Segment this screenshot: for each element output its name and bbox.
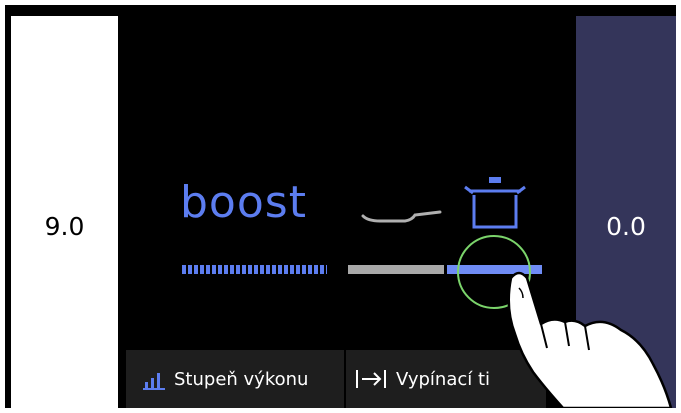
right-zone-value: 0.0 [606,212,646,241]
boost-label[interactable]: boost [180,177,307,228]
bars-icon [143,373,165,390]
cooktop-display: 9.0 boost 0.0 Stupeň výkonu Vypínací ti [5,5,676,408]
tab-power-level[interactable]: Stupeň výkonu [126,350,344,408]
boost-level-bar[interactable] [182,265,327,274]
pan-level-bar[interactable] [348,265,444,274]
left-zone-value: 9.0 [44,212,85,241]
arrow-to-line-icon [356,370,386,388]
hand-pointer-icon [507,271,673,408]
pot-icon[interactable] [463,175,527,233]
pan-icon[interactable] [360,207,445,227]
left-zone-panel[interactable]: 9.0 [11,16,118,408]
tab-off-timer-label: Vypínací ti [396,368,491,390]
tab-power-level-label: Stupeň výkonu [174,368,309,390]
